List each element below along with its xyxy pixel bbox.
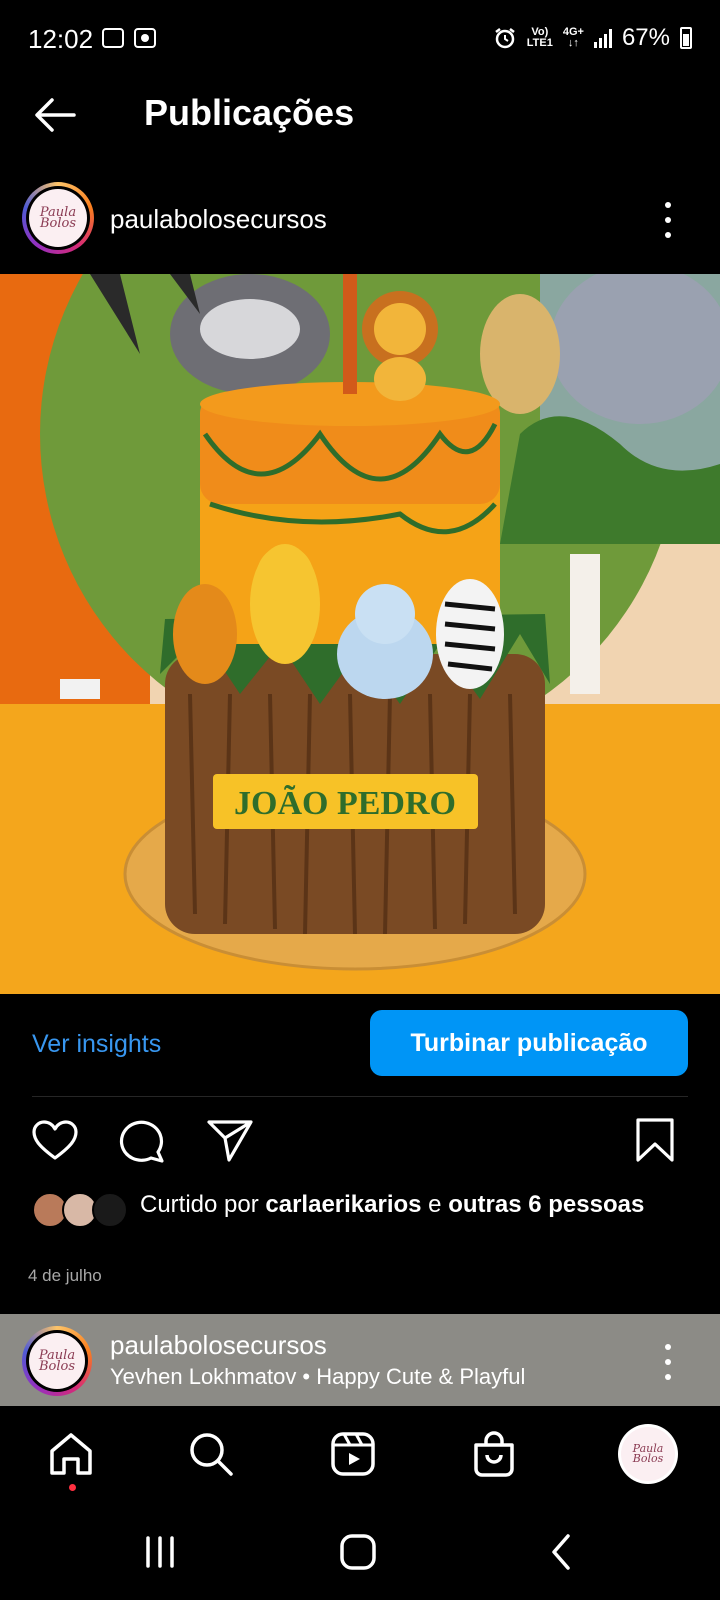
likes-others[interactable]: outras 6 pessoas [448, 1191, 644, 1218]
caption-notification-icon [102, 28, 124, 48]
home-system-button[interactable] [334, 1528, 382, 1576]
next-post-header: Paula Bolos paulabolosecursos Yevhen Lokh… [0, 1314, 720, 1406]
network-bottom-label: LTE1 [526, 37, 553, 49]
avatar-frame: Paula Bolos [26, 1330, 88, 1392]
nav-shop[interactable] [466, 1426, 522, 1482]
data-arrows-icon: ↓↑ [567, 37, 579, 49]
back-button[interactable] [30, 90, 80, 140]
boost-post-button[interactable]: Turbinar publicação [370, 1010, 688, 1076]
post-insights-row: Ver insights Turbinar publicação [0, 1010, 720, 1078]
nav-home[interactable] [43, 1426, 99, 1482]
divider [32, 1096, 688, 1097]
post-date: 4 de julho [28, 1266, 102, 1285]
like-button[interactable] [30, 1116, 80, 1166]
nav-search[interactable] [183, 1426, 239, 1482]
post-avatar[interactable]: Paula Bolos [22, 182, 94, 254]
notification-dot [69, 1484, 76, 1491]
back-system-button[interactable] [538, 1528, 586, 1576]
next-post-audio[interactable]: Yevhen Lokhmatov • Happy Cute & Playful [110, 1364, 525, 1390]
arrow-left-icon [35, 98, 76, 132]
post-image[interactable]: JOÃO PEDRO [0, 274, 720, 994]
status-right-group: Vo) LTE1 4G+ ↓↑ 67% [493, 24, 692, 52]
next-post-avatar[interactable]: Paula Bolos [22, 1326, 92, 1396]
liker-avatar [92, 1192, 128, 1228]
cake-name-text: JOÃO PEDRO [234, 785, 456, 822]
comment-icon [119, 1120, 164, 1163]
avatar-frame: Paula Bolos [26, 186, 90, 250]
profile-avatar: Paula Bolos [621, 1427, 675, 1481]
page-header: Publicações [0, 80, 720, 150]
system-nav-bar [0, 1506, 720, 1600]
recent-apps-icon [146, 1536, 174, 1568]
likes-user[interactable]: carlaerikarios [265, 1191, 421, 1218]
next-post-more-button[interactable] [656, 1344, 680, 1380]
bottom-nav: Paula Bolos [0, 1406, 720, 1506]
status-time: 12:02 [28, 24, 94, 54]
status-notification-icons [102, 28, 156, 48]
chevron-left-icon [552, 1534, 570, 1570]
page-title: Publicações [144, 92, 355, 133]
post-header: Paula Bolos paulabolosecursos [0, 178, 720, 268]
battery-percent: 67% [621, 24, 670, 51]
save-button[interactable] [630, 1116, 680, 1166]
likes-summary[interactable]: Curtido por carlaerikarios e outras 6 pe… [32, 1188, 692, 1258]
home-icon [50, 1433, 92, 1475]
battery-icon [680, 27, 692, 49]
view-insights-link[interactable]: Ver insights [32, 1030, 161, 1059]
avatar-logo: Paula Bolos [29, 1333, 85, 1389]
next-post-username[interactable]: paulabolosecursos [110, 1330, 327, 1361]
heart-icon [32, 1120, 78, 1160]
cake-photo: JOÃO PEDRO [0, 274, 720, 994]
signal-icon [593, 28, 612, 48]
share-button[interactable] [205, 1116, 255, 1166]
reels-icon [331, 1432, 375, 1476]
status-bar: 12:02 Vo) LTE1 4G+ ↓↑ 67% [0, 0, 720, 80]
alarm-icon [495, 28, 515, 49]
more-options-button[interactable] [656, 202, 680, 238]
bookmark-icon [636, 1118, 674, 1162]
avatar-logo: Paula Bolos [29, 189, 87, 247]
shop-icon [474, 1431, 514, 1477]
data-type-label: 4G+ ↓↑ [563, 27, 584, 49]
send-icon [207, 1120, 253, 1162]
record-notification-icon [134, 28, 156, 48]
nav-profile[interactable]: Paula Bolos [618, 1424, 678, 1484]
recent-apps-button[interactable] [136, 1528, 184, 1576]
likes-text: Curtido por carlaerikarios e outras 6 pe… [140, 1188, 680, 1221]
nav-reels[interactable] [325, 1426, 381, 1482]
search-icon [190, 1433, 233, 1476]
post-username[interactable]: paulabolosecursos [110, 204, 327, 235]
likes-connector: e [421, 1191, 449, 1218]
likes-prefix: Curtido por [140, 1191, 266, 1218]
network-label: Vo) LTE1 [527, 27, 553, 49]
home-square-icon [340, 1534, 376, 1570]
comment-button[interactable] [117, 1116, 167, 1166]
liker-avatars [32, 1192, 132, 1232]
post-actions [0, 1116, 720, 1172]
